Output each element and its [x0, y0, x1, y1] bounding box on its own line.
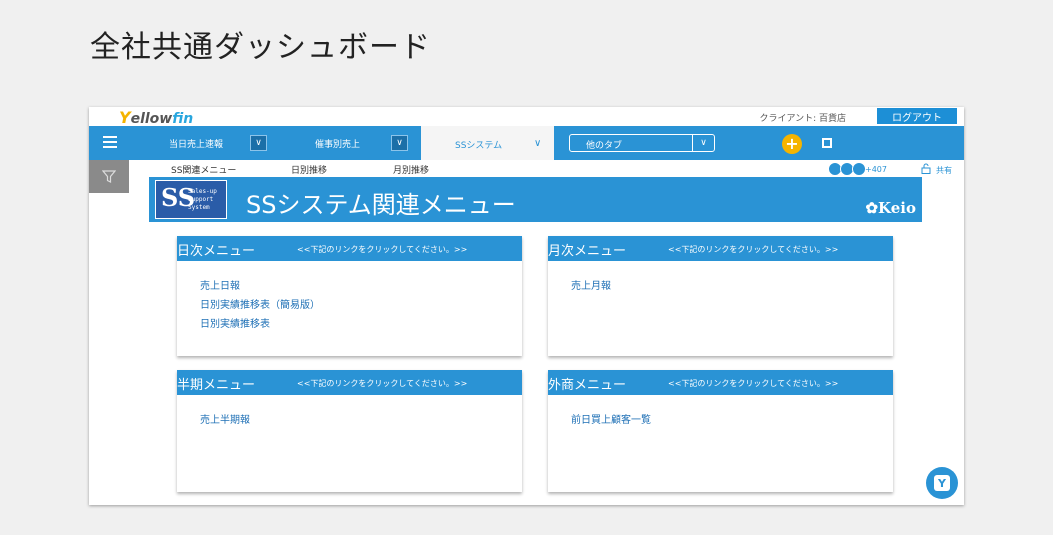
yellowfin-chat-button[interactable]: Y [926, 467, 958, 499]
yellowfin-logo[interactable]: Yellowfin [119, 108, 193, 127]
subtab-daily-trend[interactable]: 日別推移 [291, 163, 327, 176]
other-tabs-dropdown[interactable]: 他のタブ ∨ [569, 134, 715, 152]
subtab-monthly-trend[interactable]: 月別推移 [393, 163, 429, 176]
panel-monthly-menu: 月次メニュー <<下記のリンクをクリックしてください。>> 売上月報 [548, 236, 893, 356]
tab-event-sales-chevron-icon[interactable]: ∨ [391, 135, 408, 151]
top-bar: Yellowfin クライアント: 百貨店 ログアウト [89, 107, 964, 127]
link-previous-day-customers[interactable]: 前日買上顧客一覧 [571, 411, 893, 430]
add-tab-plus-icon[interactable]: + [782, 134, 802, 154]
link-sales-half-year-report[interactable]: 売上半期報 [200, 411, 522, 430]
ss-system-logo: SS Sales-up Support System [155, 180, 227, 219]
avatar [852, 162, 866, 176]
panel-title: 外商メニュー [548, 378, 627, 393]
panel-half-year-menu: 半期メニュー <<下記のリンクをクリックしてください。>> 売上半期報 [177, 370, 522, 492]
shared-user-count[interactable]: +407 [865, 165, 887, 174]
hamburger-menu-icon[interactable] [103, 136, 117, 148]
page-title: 全社共通ダッシュボード [90, 30, 431, 65]
filter-funnel-icon [102, 170, 116, 183]
client-label: クライアント: 百貨店 [759, 114, 846, 124]
yellowfin-chat-icon: Y [934, 475, 950, 491]
panel-title: 月次メニュー [548, 244, 627, 259]
nav-bar: 当日売上速報 ∨ 催事別売上 ∨ SSシステム ∨ 他のタブ ∨ + [89, 126, 964, 160]
fullscreen-expand-icon[interactable] [822, 138, 832, 148]
logout-button[interactable]: ログアウト [877, 108, 957, 124]
tab-daily-sales[interactable]: 当日売上速報 [169, 126, 223, 160]
panel-daily-menu: 日次メニュー <<下記のリンクをクリックしてください。>> 売上日報 日別実績推… [177, 236, 522, 356]
panel-title: 日次メニュー [177, 244, 256, 259]
yellowfin-app: Yellowfin クライアント: 百貨店 ログアウト 当日売上速報 ∨ 催事別… [89, 107, 964, 505]
tab-ss-system-label: SSシステム [455, 141, 503, 151]
panel-note: <<下記のリンクをクリックしてください。>> [297, 379, 468, 388]
subtab-bar: SS関連メニュー 日別推移 月別推移 +407 共有 [129, 160, 964, 180]
panel-external-sales-menu: 外商メニュー <<下記のリンクをクリックしてください。>> 前日買上顧客一覧 [548, 370, 893, 492]
panel-note: <<下記のリンクをクリックしてください。>> [297, 245, 468, 254]
tab-daily-sales-chevron-icon[interactable]: ∨ [250, 135, 267, 151]
keio-logo: ✿Keio [865, 199, 916, 217]
other-tabs-label: 他のタブ [586, 141, 623, 151]
other-tabs-chevron-icon[interactable]: ∨ [692, 135, 714, 151]
link-daily-results-simple[interactable]: 日別実績推移表（簡易版） [200, 296, 522, 315]
tab-event-sales[interactable]: 催事別売上 [315, 126, 360, 160]
ss-menu-banner: SS Sales-up Support System SSシステム関連メニュー ✿K… [149, 177, 922, 222]
link-daily-results[interactable]: 日別実績推移表 [200, 315, 522, 334]
tab-ss-system[interactable]: SSシステム ∨ [421, 126, 554, 160]
filter-sidebar-toggle[interactable] [89, 160, 129, 193]
link-sales-daily-report[interactable]: 売上日報 [200, 277, 522, 296]
banner-title: SSシステム関連メニュー [246, 191, 516, 219]
share-button[interactable]: 共有 [936, 165, 952, 176]
link-sales-monthly-report[interactable]: 売上月報 [571, 277, 893, 296]
lock-icon[interactable] [921, 163, 931, 174]
shared-users-avatars[interactable] [828, 162, 866, 176]
panel-title: 半期メニュー [177, 378, 256, 393]
tab-ss-system-chevron-icon[interactable]: ∨ [534, 138, 541, 149]
panel-note: <<下記のリンクをクリックしてください。>> [668, 379, 839, 388]
panel-note: <<下記のリンクをクリックしてください。>> [668, 245, 839, 254]
